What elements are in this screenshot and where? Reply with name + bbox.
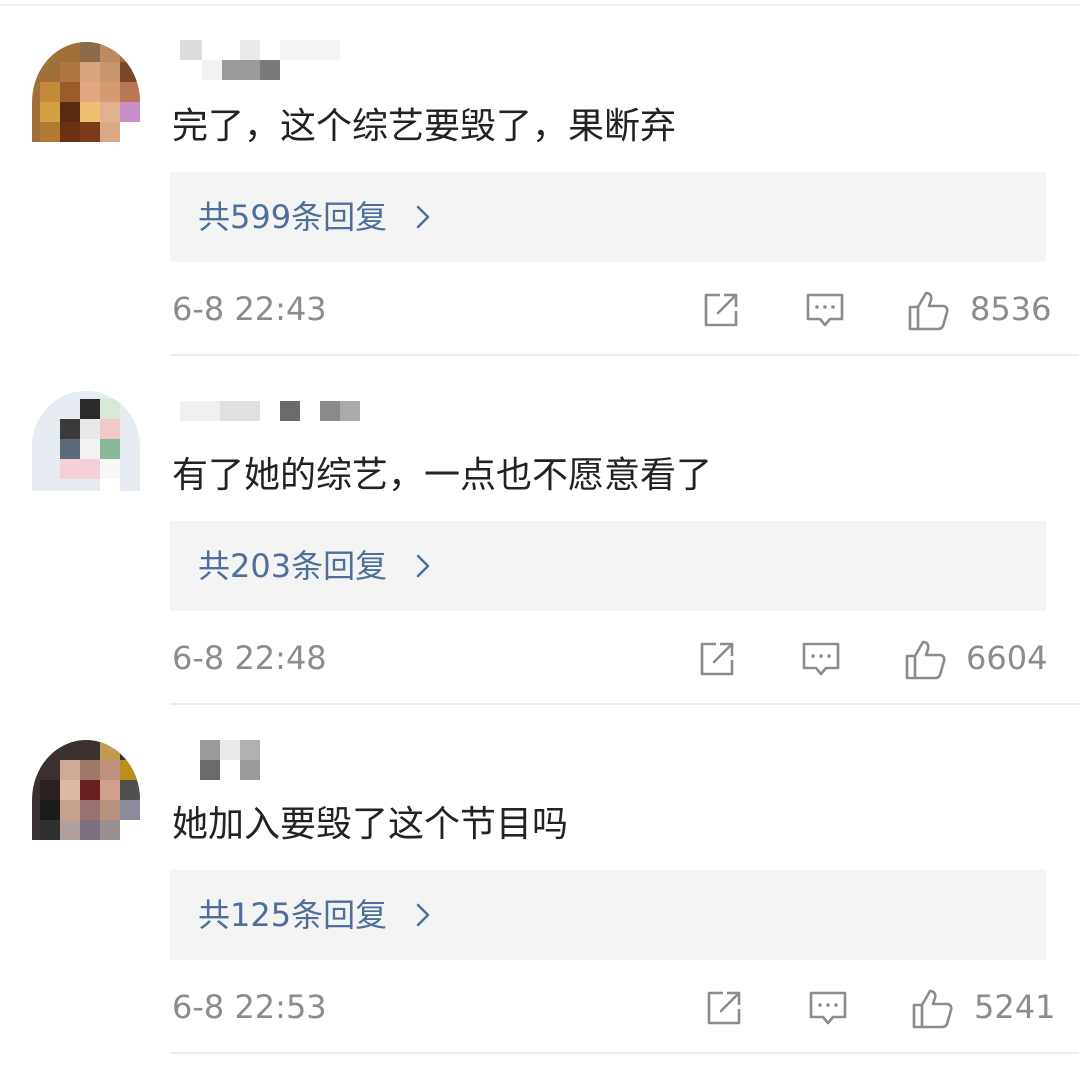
replies-label: 共599条回复 [198, 198, 388, 236]
share-button[interactable] [696, 638, 740, 682]
comment-item: 她加入要毁了这个节目吗 共125条回复 6-8 22:53 5241 [0, 698, 1079, 1054]
username[interactable] [180, 740, 380, 784]
divider [170, 1052, 1079, 1054]
comment-icon [802, 642, 840, 676]
comment-item: 有了她的综艺，一点也不愿意看了 共203条回复 6-8 22:48 6604 [0, 349, 1079, 705]
comment-icon [809, 991, 847, 1025]
share-icon [704, 293, 738, 327]
thumbs-up-icon [905, 640, 946, 680]
share-button[interactable] [700, 289, 744, 333]
share-button[interactable] [703, 987, 747, 1031]
reply-button[interactable] [807, 987, 851, 1031]
comment-text: 完了，这个综艺要毁了，果断弃 [172, 106, 677, 147]
comment-timestamp: 6-8 22:53 [172, 988, 327, 1026]
avatar[interactable] [32, 740, 140, 840]
like-count: 6604 [966, 639, 1048, 677]
comment-timestamp: 6-8 22:43 [172, 290, 327, 328]
chevron-right-icon [416, 205, 430, 229]
like-count: 8536 [970, 290, 1052, 328]
avatar[interactable] [32, 42, 140, 142]
replies-label: 共203条回复 [198, 547, 388, 585]
thumbs-up-icon [908, 291, 949, 331]
replies-link[interactable]: 共203条回复 [170, 521, 1046, 611]
comment-text: 她加入要毁了这个节目吗 [172, 804, 569, 845]
replies-label: 共125条回复 [198, 896, 388, 934]
avatar[interactable] [32, 391, 140, 491]
username[interactable] [180, 397, 380, 441]
comment-text: 有了她的综艺，一点也不愿意看了 [172, 455, 713, 496]
reply-button[interactable] [804, 289, 848, 333]
replies-link[interactable]: 共125条回复 [170, 870, 1046, 960]
comment-item: 完了，这个综艺要毁了，果断弃 共599条回复 6-8 22:43 8536 [0, 0, 1079, 356]
reply-button[interactable] [800, 638, 844, 682]
share-icon [707, 991, 741, 1025]
like-count: 5241 [974, 988, 1056, 1026]
chevron-right-icon [416, 554, 430, 578]
thumbs-up-icon [912, 989, 953, 1029]
share-icon [700, 642, 734, 676]
username[interactable] [180, 38, 380, 82]
like-button[interactable] [906, 289, 950, 333]
chevron-right-icon [416, 903, 430, 927]
replies-link[interactable]: 共599条回复 [170, 172, 1046, 262]
comment-timestamp: 6-8 22:48 [172, 639, 327, 677]
like-button[interactable] [910, 987, 954, 1031]
comment-icon [806, 293, 844, 327]
like-button[interactable] [903, 638, 947, 682]
